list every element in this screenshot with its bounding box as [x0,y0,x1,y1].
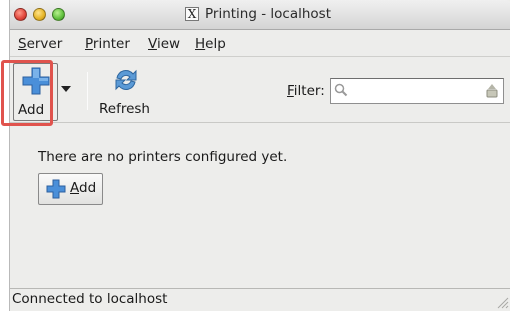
menu-server[interactable]: Server [18,36,62,52]
menu-server-label: erver [26,36,63,52]
status-bar: Connected to localhost [10,288,510,311]
add-printer-button[interactable]: Add [38,173,103,205]
add-button-label: Add [70,180,96,196]
refresh-toolbar-button[interactable]: Refresh [96,63,156,121]
add-button-mnemonic: A [70,180,79,196]
menu-help-mnemonic: H [195,36,206,52]
menu-help-label: elp [205,36,226,52]
title-bar: X Printing - localhost [10,0,510,30]
menu-view[interactable]: View [148,36,180,52]
zoom-window-button[interactable] [52,8,65,21]
printer-list-area: There are no printers configured yet. Ad… [10,122,510,288]
menu-view-mnemonic: V [148,36,157,52]
printing-window: X Printing - localhost Server Printer Vi… [9,0,510,311]
menu-bar: Server Printer View Help [10,31,510,57]
filter-label: Filter: [287,83,325,99]
window-title: Printing - localhost [205,6,331,22]
clear-icon[interactable] [485,83,499,99]
toolbar: Add Refresh Filter: [10,58,510,122]
menu-help[interactable]: Help [195,36,226,52]
add-button-label-rest: dd [79,180,97,196]
menu-printer-mnemonic: P [85,36,93,52]
magnifier-icon [334,83,348,97]
filter-input[interactable] [330,78,504,104]
menu-server-mnemonic: S [18,36,27,52]
plus-icon [46,179,66,199]
refresh-icon [115,69,137,91]
refresh-toolbar-label: Refresh [99,101,150,117]
resize-grip-icon[interactable] [495,295,509,309]
filter-label-text: ilter: [293,83,325,99]
status-text: Connected to localhost [12,291,168,307]
menu-printer-label: rinter [92,36,130,52]
filter-label-mnemonic: F [287,83,294,99]
menu-view-label: iew [156,36,181,52]
x11-app-icon: X [185,7,199,21]
menu-printer[interactable]: Printer [85,36,130,52]
toolbar-separator [87,72,88,110]
highlight-box [1,60,53,126]
minimize-window-button[interactable] [33,8,46,21]
chevron-down-icon[interactable] [61,86,71,92]
no-printers-message: There are no printers configured yet. [38,149,288,165]
close-window-button[interactable] [14,8,27,21]
